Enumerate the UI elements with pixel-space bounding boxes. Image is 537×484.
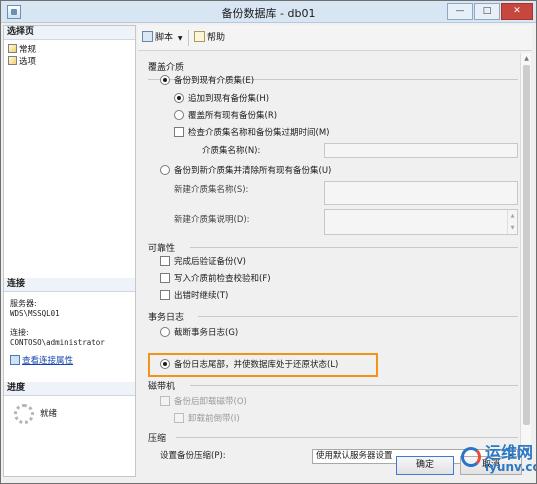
option-label: 截断事务日志(G) (174, 328, 239, 338)
watermark-logo-icon (461, 447, 481, 467)
scrollbar-thumb[interactable] (523, 65, 530, 425)
section-title-reliability: 可靠性 (148, 244, 176, 254)
help-label: 帮助 (207, 33, 226, 43)
checkbox-indicator[interactable] (160, 290, 170, 300)
script-icon (142, 31, 153, 42)
option-label: 追加到现有备份集(H) (188, 94, 270, 104)
progress-spinner-icon (14, 404, 34, 424)
option-label: 写入介质前检查校验和(F) (174, 274, 271, 284)
new-media-set-desc-label: 新建介质集说明(D): (174, 215, 250, 225)
section-title-transaction-log: 事务日志 (148, 313, 185, 323)
section-title-compression: 压缩 (148, 434, 167, 444)
watermark-logo: 运维网 iyunv.com (461, 435, 536, 483)
close-button[interactable]: ✕ (501, 3, 533, 20)
option-label: 备份后卸载磁带(O) (174, 397, 247, 407)
option-label: 覆盖所有现有备份集(R) (188, 111, 278, 121)
minimize-button[interactable]: — (447, 3, 473, 20)
progress-status: 就绪 (40, 409, 58, 419)
page-item-general[interactable]: 常规 (8, 44, 36, 55)
append-to-existing-radio[interactable]: 追加到现有备份集(H) (174, 93, 269, 105)
toolbar-separator (188, 30, 189, 46)
server-label: 服务器: (10, 299, 37, 308)
divider (190, 385, 518, 386)
vertical-scrollbar[interactable]: ▲ ▼ (520, 53, 531, 457)
page-icon (8, 56, 17, 65)
title-bar[interactable]: 备份数据库 - db01 — □ ✕ (1, 1, 536, 23)
section-title-overwrite-media: 覆盖介质 (148, 63, 185, 73)
scroll-up-icon[interactable]: ▲ (522, 54, 531, 63)
new-media-set-name-label: 新建介质集名称(S): (174, 185, 249, 195)
watermark-text-en: iyunv.com (485, 460, 536, 474)
page-item-options[interactable]: 选项 (8, 56, 36, 67)
option-label: 备份到新介质集并清除所有现有备份集(U) (174, 166, 332, 176)
highlight-box (148, 353, 378, 377)
verify-backup-checkbox[interactable]: 完成后验证备份(V) (160, 256, 246, 268)
section-title-tape-drive: 磁带机 (148, 382, 176, 392)
connection-header: 连接 (4, 278, 135, 292)
ok-button[interactable]: 确定 (396, 456, 454, 475)
options-content: 覆盖介质 备份到现有介质集(E) 追加到现有备份集(H) 覆盖所有现有备份集(R… (140, 53, 520, 464)
check-media-expiry-checkbox[interactable]: 检查介质集名称和备份集过期时间(M) (174, 127, 329, 139)
radio-indicator[interactable] (160, 165, 170, 175)
server-value: WDS\MSSQL01 (10, 309, 60, 318)
connection-label: 连接: (10, 328, 29, 337)
option-label: 卸载前倒带(I) (188, 414, 240, 424)
link-label: 查看连接属性 (22, 356, 74, 366)
page-item-label: 常规 (19, 45, 37, 55)
option-label: 出错时继续(T) (174, 291, 229, 301)
radio-indicator[interactable] (160, 327, 170, 337)
checkbox-indicator[interactable] (174, 413, 184, 423)
progress-header: 进度 (4, 382, 135, 396)
checkbox-indicator[interactable] (160, 396, 170, 406)
rewind-tape-checkbox[interactable]: 卸载前倒带(I) (174, 413, 240, 425)
desc-scrollbar[interactable]: ▲ ▼ (507, 210, 517, 234)
option-label: 检查介质集名称和备份集过期时间(M) (188, 128, 330, 138)
backup-database-dialog: 备份数据库 - db01 — □ ✕ 选择页 常规 选项 连接 服务器: WDS… (0, 0, 537, 484)
overwrite-all-radio[interactable]: 覆盖所有现有备份集(R) (174, 110, 277, 122)
script-button[interactable]: 脚本 ▼ (142, 31, 183, 45)
media-set-name-field[interactable] (324, 143, 518, 158)
new-media-set-name-field[interactable] (324, 181, 518, 205)
option-label: 完成后验证备份(V) (174, 257, 246, 267)
radio-indicator[interactable] (160, 75, 170, 85)
properties-icon (10, 355, 20, 365)
view-connection-properties-link[interactable]: 查看连接属性 (10, 354, 73, 366)
page-item-label: 选项 (19, 57, 37, 67)
new-media-set-desc-field[interactable]: ▲ ▼ (324, 209, 518, 235)
chevron-down-icon[interactable]: ▼ (178, 35, 183, 42)
radio-indicator[interactable] (174, 110, 184, 120)
continue-on-error-checkbox[interactable]: 出错时继续(T) (160, 290, 228, 302)
page-icon (8, 44, 17, 53)
checkbox-indicator[interactable] (160, 256, 170, 266)
help-icon (194, 31, 205, 42)
maximize-button[interactable]: □ (474, 3, 500, 20)
connection-value: CONTOSO\administrator (10, 338, 105, 347)
help-button[interactable]: 帮助 (194, 31, 225, 44)
divider (198, 316, 518, 317)
toolbar: 脚本 ▼ 帮助 (138, 25, 532, 51)
backup-to-existing-media-radio[interactable]: 备份到现有介质集(E) (160, 75, 254, 87)
checkbox-indicator[interactable] (160, 273, 170, 283)
radio-indicator[interactable] (174, 93, 184, 103)
script-label: 脚本 (155, 33, 174, 43)
select-page-header: 选择页 (4, 26, 135, 40)
checkbox-indicator[interactable] (174, 127, 184, 137)
right-pane: 脚本 ▼ 帮助 覆盖介质 备份到现有介质集(E) 追加到现有备份集(H) 覆盖所… (138, 25, 532, 464)
truncate-log-radio[interactable]: 截断事务日志(G) (160, 327, 238, 339)
media-set-name-label: 介质集名称(N): (202, 146, 261, 156)
left-pane: 选择页 常规 选项 连接 服务器: WDS\MSSQL01 连接: CONTOS… (3, 25, 136, 477)
backup-to-new-media-radio[interactable]: 备份到新介质集并清除所有现有备份集(U) (160, 165, 331, 177)
option-label: 备份到现有介质集(E) (174, 76, 255, 86)
unload-tape-checkbox[interactable]: 备份后卸载磁带(O) (160, 396, 247, 408)
divider (190, 247, 518, 248)
perform-checksum-checkbox[interactable]: 写入介质前检查校验和(F) (160, 273, 271, 285)
